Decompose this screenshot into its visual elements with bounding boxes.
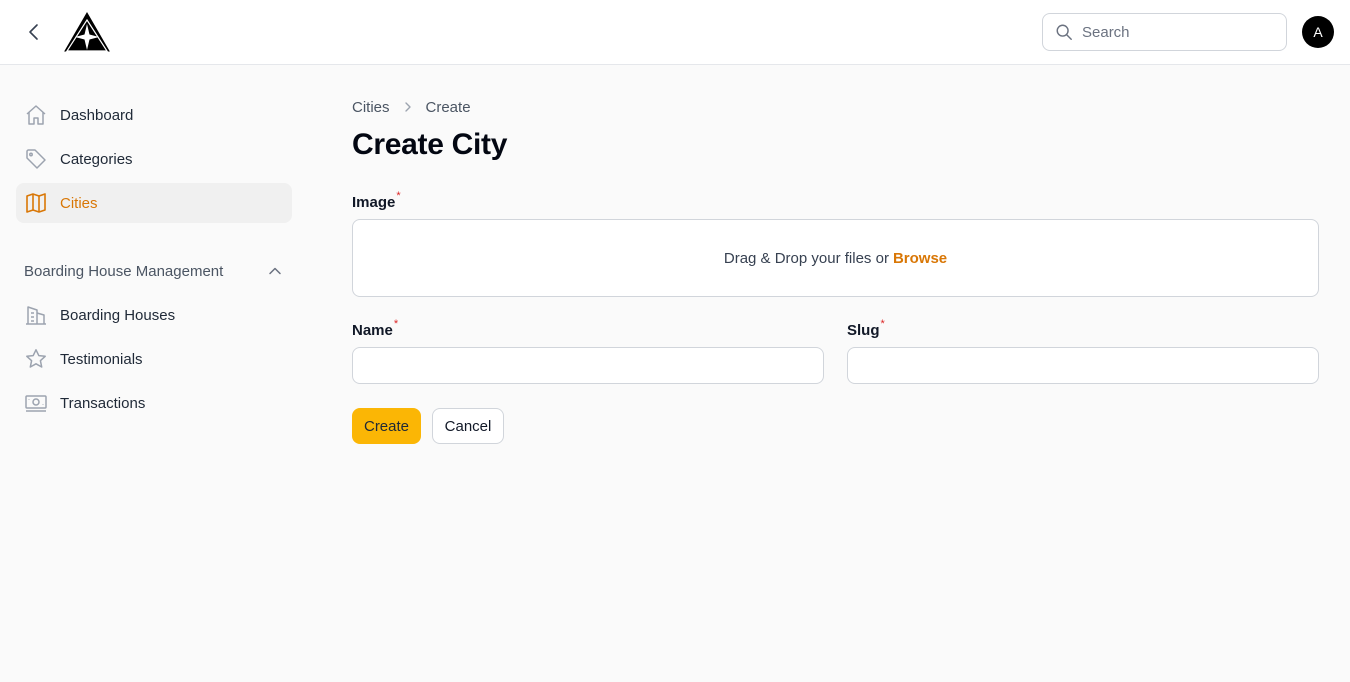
cancel-button[interactable]: Cancel [432, 408, 504, 444]
image-field-label: Image* [352, 190, 401, 212]
star-icon [24, 347, 48, 371]
sidebar-item-cities[interactable]: Cities [16, 183, 292, 223]
page-title: Create City [352, 128, 508, 161]
sidebar-item-testimonials[interactable]: Testimonials [16, 339, 292, 379]
required-mark: * [880, 318, 885, 330]
map-icon [24, 191, 48, 215]
search-icon [1056, 24, 1072, 40]
main-content: Cities Create Create City Image* Drag & … [352, 95, 1319, 444]
browse-link[interactable]: Browse [893, 250, 947, 267]
sidebar-item-label: Dashboard [60, 106, 134, 124]
slug-label-text: Slug [847, 322, 880, 339]
sidebar: Dashboard Categories Cities Boarding Hou… [16, 95, 292, 427]
back-button[interactable] [22, 20, 46, 44]
building-icon [24, 303, 48, 327]
sidebar-item-dashboard[interactable]: Dashboard [16, 95, 292, 135]
create-button[interactable]: Create [352, 408, 421, 444]
chevron-up-icon[interactable] [268, 264, 282, 278]
sidebar-item-label: Cities [60, 194, 98, 212]
name-field-label: Name* [352, 318, 398, 340]
home-icon [24, 103, 48, 127]
tag-icon [24, 147, 48, 171]
sidebar-item-transactions[interactable]: Transactions [16, 383, 292, 423]
required-mark: * [396, 190, 401, 202]
image-dropzone[interactable]: Drag & Drop your files or Browse [352, 219, 1319, 297]
sidebar-item-label: Boarding Houses [60, 306, 176, 324]
sidebar-item-label: Testimonials [60, 350, 143, 368]
slug-input[interactable] [847, 347, 1319, 384]
topbar: A [0, 0, 1350, 65]
slug-field-label: Slug* [847, 318, 885, 340]
name-input[interactable] [352, 347, 824, 384]
sidebar-group-label: Boarding House Management [24, 262, 224, 280]
brand-logo[interactable] [63, 12, 111, 52]
sidebar-item-label: Transactions [60, 394, 146, 412]
search-box[interactable] [1042, 13, 1287, 51]
breadcrumb-item-create: Create [425, 98, 471, 116]
required-mark: * [393, 318, 399, 330]
banknotes-icon [24, 391, 48, 415]
sidebar-item-label: Categories [60, 150, 133, 168]
sidebar-group-boarding-house-management[interactable]: Boarding House Management [16, 251, 292, 291]
dropzone-text: Drag & Drop your files or [723, 249, 889, 267]
image-label-text: Image [352, 194, 396, 211]
chevron-right-icon [402, 101, 414, 113]
breadcrumb: Cities Create [352, 95, 1319, 119]
sidebar-item-categories[interactable]: Categories [16, 139, 292, 179]
breadcrumb-item-cities[interactable]: Cities [352, 99, 390, 116]
name-label-text: Name [352, 322, 393, 339]
avatar-initial: A [1313, 24, 1323, 40]
user-avatar[interactable]: A [1302, 16, 1334, 48]
chevron-left-icon [29, 24, 38, 40]
sidebar-item-boarding-houses[interactable]: Boarding Houses [16, 295, 292, 335]
search-input[interactable] [1082, 23, 1272, 41]
